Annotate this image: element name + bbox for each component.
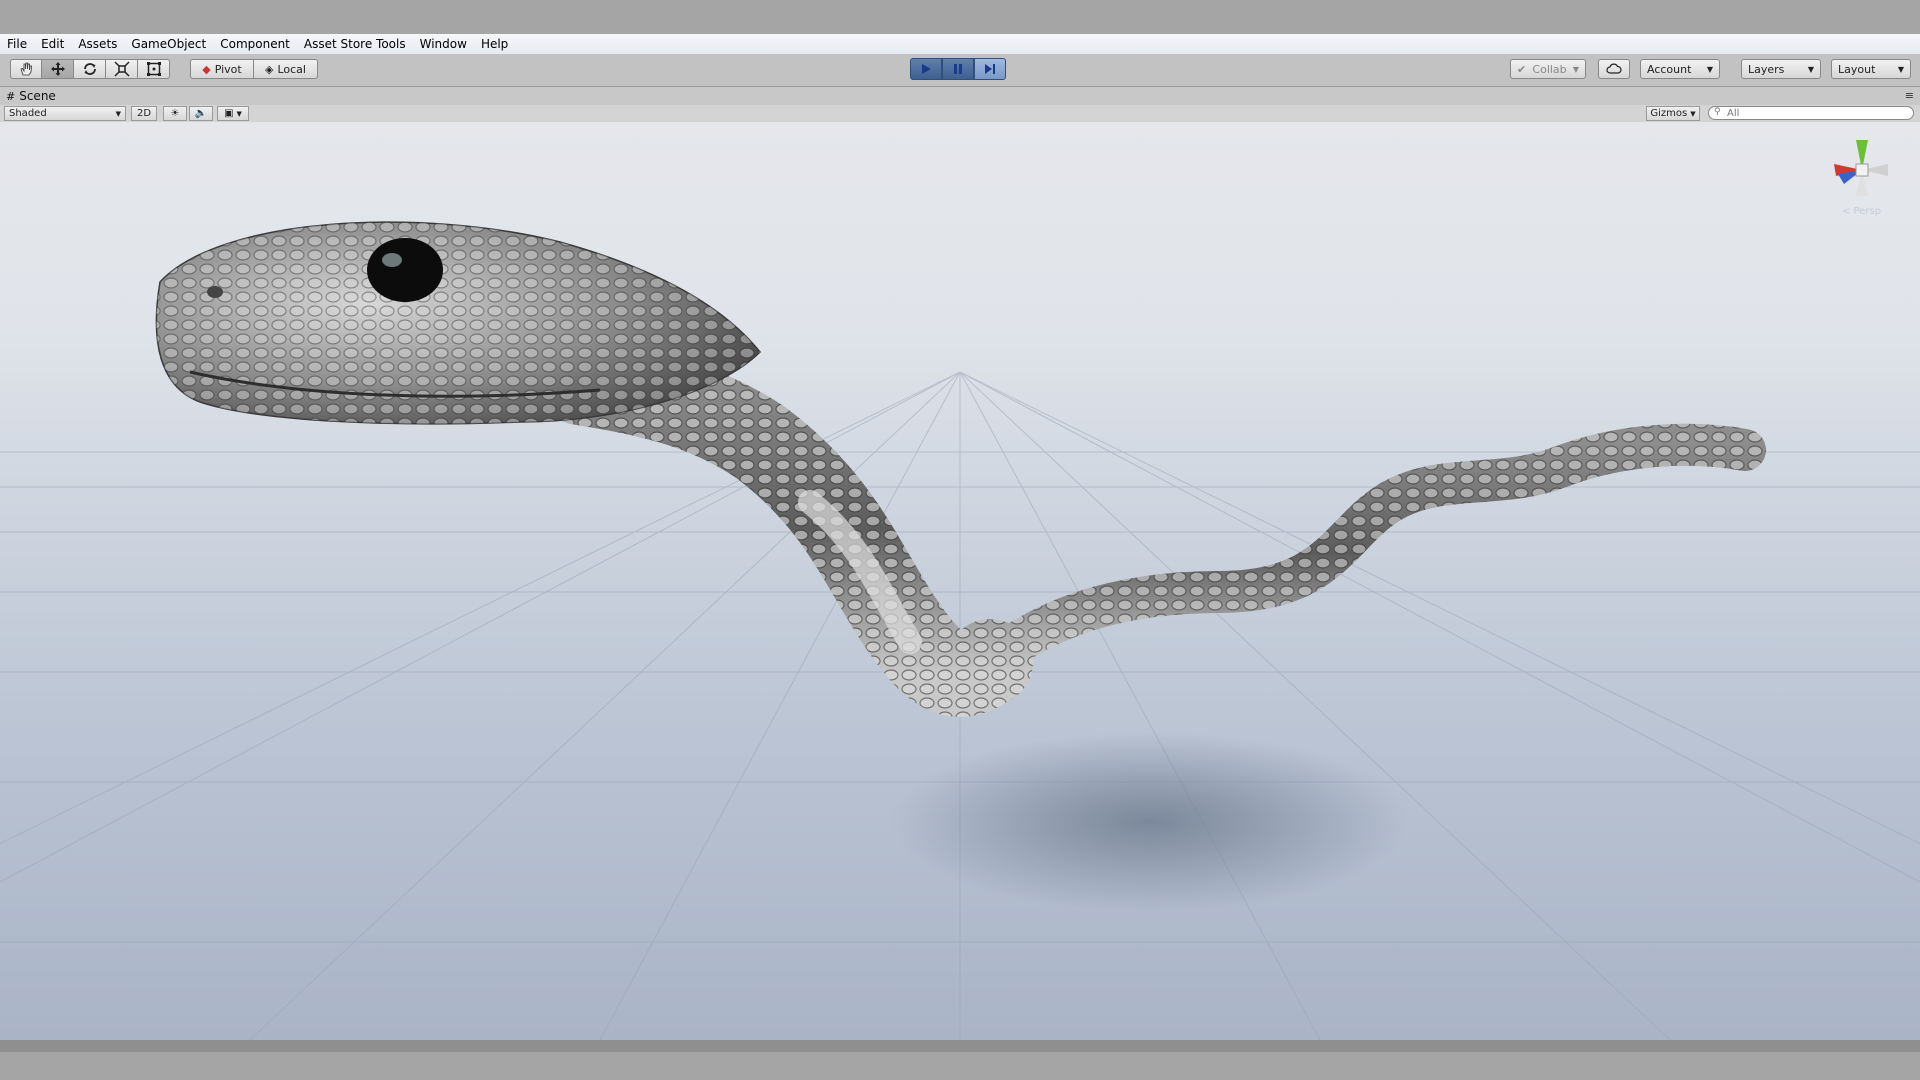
layers-label: Layers (1748, 62, 1785, 76)
menu-edit[interactable]: Edit (34, 37, 71, 51)
menu-help[interactable]: Help (474, 37, 515, 51)
rect-tool-button[interactable] (138, 59, 170, 79)
pivot-label: Pivot (214, 62, 242, 76)
cloud-icon (1606, 63, 1622, 74)
chevron-down-icon: ▼ (1807, 64, 1814, 74)
audio-toggle[interactable]: 🔈 (189, 106, 213, 121)
move-tool-button[interactable] (42, 59, 74, 79)
shading-mode-dropdown[interactable]: Shaded ▼ (4, 106, 126, 121)
image-icon: ▣ (224, 108, 234, 119)
rect-tool-icon (146, 62, 161, 76)
pause-icon (954, 64, 962, 74)
search-icon: ⚲ (1714, 107, 1721, 117)
tab-scene-label: Scene (19, 89, 56, 103)
bottom-strip (0, 1052, 1920, 1080)
local-icon: ◈ (265, 62, 274, 76)
effects-dropdown[interactable]: ▣ ▼ (217, 106, 249, 121)
menu-component[interactable]: Component (213, 37, 297, 51)
speaker-icon: 🔈 (194, 108, 208, 119)
orientation-gizmo[interactable]: < Persp (1822, 130, 1902, 217)
scene-tab-bar: # Scene ≡ (0, 87, 1920, 105)
menu-bar: File Edit Assets GameObject Component As… (0, 34, 1920, 55)
rotate-tool-button[interactable] (74, 59, 106, 79)
scale-tool-button[interactable] (106, 59, 138, 79)
layout-label: Layout (1838, 62, 1876, 76)
window-title-strip (0, 0, 1920, 34)
chevron-down-icon: ▼ (1706, 64, 1713, 74)
scene-view-toolbar: Shaded ▼ 2D ☀ 🔈 ▣ ▼ Gizmos ▼ ⚲ All (0, 105, 1920, 123)
check-icon: ✔ (1517, 62, 1527, 76)
tab-menu-icon[interactable]: ≡ (1905, 89, 1914, 102)
menu-gameobject[interactable]: GameObject (124, 37, 213, 51)
toggle-2d-label: 2D (136, 108, 152, 119)
main-toolbar: ◆ Pivot ◈ Local ✔ Collab ▼ Account ▼ Lay… (0, 54, 1920, 87)
pivot-icon: ◆ (202, 62, 211, 76)
scene-render (0, 221, 1920, 1040)
hand-icon (20, 62, 32, 76)
sun-icon: ☀ (170, 108, 180, 119)
play-button[interactable] (910, 58, 942, 80)
scene-viewport[interactable]: < Persp (0, 122, 1920, 1040)
cloud-button[interactable] (1598, 59, 1630, 79)
local-toggle[interactable]: ◈ Local (253, 59, 318, 79)
step-button[interactable] (974, 58, 1006, 80)
move-icon (50, 62, 65, 76)
menu-assets[interactable]: Assets (71, 37, 124, 51)
step-icon (985, 64, 995, 74)
pivot-toggle[interactable]: ◆ Pivot (190, 59, 254, 79)
shading-mode-label: Shaded (9, 108, 47, 119)
gizmos-dropdown[interactable]: Gizmos ▼ (1646, 106, 1700, 121)
collab-label: Collab (1532, 62, 1567, 76)
snake-shadow (890, 732, 1410, 912)
account-dropdown[interactable]: Account ▼ (1640, 59, 1720, 79)
toggle-2d-button[interactable]: 2D (131, 106, 157, 121)
chevron-down-icon: ▼ (1897, 64, 1904, 74)
search-placeholder: All (1727, 107, 1740, 119)
account-label: Account (1647, 62, 1692, 76)
layers-dropdown[interactable]: Layers ▼ (1741, 59, 1821, 79)
local-label: Local (277, 62, 306, 76)
scene-search-input[interactable]: ⚲ All (1708, 106, 1914, 120)
menu-file[interactable]: File (0, 37, 34, 51)
hand-tool-button[interactable] (10, 59, 42, 79)
chevron-down-icon: ▼ (236, 109, 242, 118)
rotate-icon (83, 63, 96, 75)
layout-dropdown[interactable]: Layout ▼ (1831, 59, 1911, 79)
chevron-down-icon: ▼ (1572, 64, 1579, 74)
playback-controls (910, 58, 1006, 80)
snake-eye (367, 238, 443, 302)
status-bar (0, 1040, 1920, 1052)
menu-asset-store-tools[interactable]: Asset Store Tools (297, 37, 413, 51)
persp-label[interactable]: < Persp (1842, 206, 1881, 217)
lighting-toggle[interactable]: ☀ (163, 106, 187, 121)
axis-gizmo-icon (1834, 140, 1888, 196)
play-icon (922, 64, 931, 74)
chevron-down-icon: ▼ (115, 109, 121, 118)
menu-window[interactable]: Window (413, 37, 474, 51)
collab-dropdown[interactable]: ✔ Collab ▼ (1510, 59, 1586, 79)
chevron-down-icon: ▼ (1690, 109, 1696, 118)
gizmos-label: Gizmos (1650, 108, 1688, 119)
transform-tools (10, 59, 170, 79)
pause-button[interactable] (942, 58, 974, 80)
grid-icon: # (6, 89, 16, 103)
scale-icon (113, 61, 130, 77)
tab-scene[interactable]: # Scene (6, 87, 56, 105)
snake-model (155, 221, 1766, 717)
